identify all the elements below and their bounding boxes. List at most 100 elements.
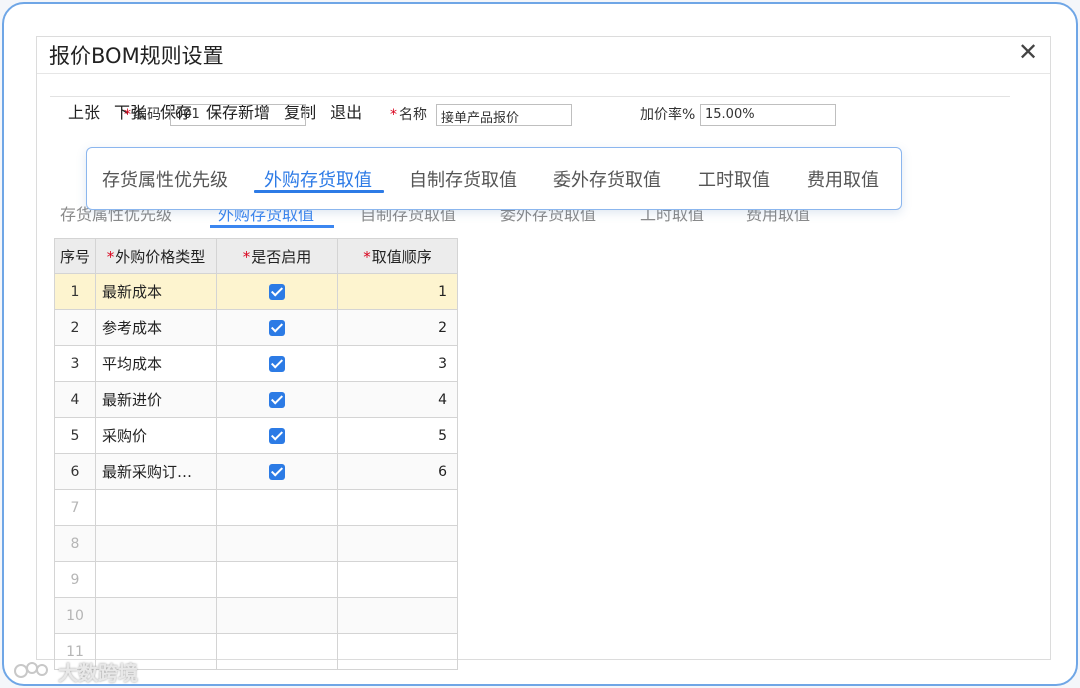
header-enabled[interactable]: *是否启用 bbox=[216, 238, 338, 274]
order-cell[interactable]: 1 bbox=[337, 273, 458, 310]
dialog-title-bar: 报价BOM规则设置 ✕ bbox=[37, 37, 1050, 74]
enabled-cell bbox=[216, 345, 338, 382]
order-cell[interactable] bbox=[337, 597, 458, 634]
order-cell[interactable] bbox=[337, 633, 458, 670]
enabled-cell[interactable] bbox=[216, 597, 338, 634]
row-index: 4 bbox=[54, 381, 96, 418]
markup-field-group: 加价率% 15.00% bbox=[640, 104, 840, 126]
prev-record-button[interactable]: 上张 bbox=[68, 99, 100, 123]
row-index: 7 bbox=[54, 489, 96, 526]
price-type-cell[interactable]: 平均成本 bbox=[95, 345, 217, 382]
watermark-logo-icon bbox=[12, 660, 52, 682]
row-index: 10 bbox=[54, 597, 96, 634]
order-cell[interactable]: 6 bbox=[337, 453, 458, 490]
header-price-type-label: 外购价格类型 bbox=[115, 247, 206, 266]
order-cell[interactable]: 5 bbox=[337, 417, 458, 454]
enabled-checkbox[interactable] bbox=[269, 464, 285, 480]
row-index: 5 bbox=[54, 417, 96, 454]
table-row[interactable]: 2 参考成本 2 bbox=[54, 309, 458, 346]
grid-header-row: 序号 *外购价格类型 *是否启用 *取值顺序 bbox=[54, 238, 458, 274]
row-index: 9 bbox=[54, 561, 96, 598]
enabled-cell bbox=[216, 453, 338, 490]
exit-button[interactable]: 退出 bbox=[330, 99, 362, 123]
price-type-cell[interactable]: 最新进价 bbox=[95, 381, 217, 418]
table-row[interactable]: 4 最新进价 4 bbox=[54, 381, 458, 418]
markup-label: 加价率% bbox=[640, 107, 696, 123]
table-row[interactable]: 9 bbox=[54, 561, 458, 598]
watermark: 大数跨境 bbox=[12, 656, 138, 685]
enabled-checkbox[interactable] bbox=[269, 284, 285, 300]
name-label: 名称 bbox=[399, 107, 427, 123]
order-cell[interactable] bbox=[337, 489, 458, 526]
enabled-cell[interactable] bbox=[216, 489, 338, 526]
callout-tab-selfmade-value[interactable]: 自制存货取值 bbox=[409, 166, 517, 192]
required-mark: * bbox=[106, 247, 115, 266]
callout-tab-purchased-value[interactable]: 外购存货取值 bbox=[264, 166, 372, 192]
enabled-checkbox[interactable] bbox=[269, 428, 285, 444]
price-type-cell[interactable] bbox=[95, 525, 217, 562]
order-cell[interactable]: 2 bbox=[337, 309, 458, 346]
header-order[interactable]: *取值顺序 bbox=[337, 238, 458, 274]
row-index: 2 bbox=[54, 309, 96, 346]
close-icon[interactable]: ✕ bbox=[1014, 37, 1042, 67]
screenshot-frame: 报价BOM规则设置 ✕ 上张 下张 保存 保存新增 复制 退出 * 编码 001 … bbox=[2, 2, 1078, 686]
price-type-cell[interactable]: 最新采购订… bbox=[95, 453, 217, 490]
callout-tab-labor-value[interactable]: 工时取值 bbox=[698, 166, 770, 192]
row-index: 1 bbox=[54, 273, 96, 310]
header-enabled-label: 是否启用 bbox=[251, 247, 312, 266]
table-row[interactable]: 10 bbox=[54, 597, 458, 634]
row-index: 8 bbox=[54, 525, 96, 562]
order-cell[interactable] bbox=[337, 561, 458, 598]
header-order-label: 取值顺序 bbox=[371, 247, 432, 266]
table-row[interactable]: 6 最新采购订… 6 bbox=[54, 453, 458, 490]
enabled-checkbox[interactable] bbox=[269, 320, 285, 336]
table-row[interactable]: 5 采购价 5 bbox=[54, 417, 458, 454]
row-index: 3 bbox=[54, 345, 96, 382]
order-cell[interactable]: 4 bbox=[337, 381, 458, 418]
price-type-cell[interactable] bbox=[95, 489, 217, 526]
enabled-cell[interactable] bbox=[216, 561, 338, 598]
markup-input[interactable]: 15.00% bbox=[700, 104, 836, 126]
code-field-group: * 编码 001 bbox=[124, 104, 314, 126]
header-index[interactable]: 序号 bbox=[54, 238, 96, 274]
required-mark: * bbox=[124, 107, 131, 123]
required-mark: * bbox=[242, 247, 251, 266]
callout-tab-inventory-priority[interactable]: 存货属性优先级 bbox=[102, 166, 228, 192]
enabled-checkbox[interactable] bbox=[269, 392, 285, 408]
table-row[interactable]: 1 最新成本 1 bbox=[54, 273, 458, 310]
price-type-cell[interactable]: 采购价 bbox=[95, 417, 217, 454]
price-type-cell[interactable]: 参考成本 bbox=[95, 309, 217, 346]
order-cell[interactable] bbox=[337, 525, 458, 562]
table-row[interactable]: 8 bbox=[54, 525, 458, 562]
dialog-title: 报价BOM规则设置 bbox=[49, 44, 224, 68]
price-type-cell[interactable] bbox=[95, 561, 217, 598]
required-mark: * bbox=[363, 247, 371, 266]
order-cell[interactable]: 3 bbox=[337, 345, 458, 382]
required-mark: * bbox=[390, 107, 397, 123]
table-row[interactable]: 7 bbox=[54, 489, 458, 526]
callout-tab-outsourced-value[interactable]: 委外存货取值 bbox=[553, 166, 661, 192]
price-type-cell[interactable] bbox=[95, 597, 217, 634]
code-label: 编码 bbox=[133, 107, 161, 123]
callout-active-indicator bbox=[254, 190, 384, 193]
callout-tab-expense-value[interactable]: 费用取值 bbox=[807, 166, 879, 192]
price-type-cell[interactable]: 最新成本 bbox=[95, 273, 217, 310]
enabled-cell bbox=[216, 417, 338, 454]
enabled-cell bbox=[216, 273, 338, 310]
tab-callout: 存货属性优先级 外购存货取值 自制存货取值 委外存货取值 工时取值 费用取值 bbox=[86, 147, 902, 210]
toolbar-divider bbox=[50, 96, 1010, 97]
table-row[interactable]: 3 平均成本 3 bbox=[54, 345, 458, 382]
name-field-group: * 名称 接单产品报价 bbox=[390, 104, 580, 126]
watermark-text: 大数跨境 bbox=[58, 660, 138, 685]
price-type-grid: 序号 *外购价格类型 *是否启用 *取值顺序 1 最新成本 1 2 参考成本 2… bbox=[54, 238, 458, 670]
enabled-cell[interactable] bbox=[216, 525, 338, 562]
active-tab-indicator bbox=[210, 225, 334, 228]
enabled-cell bbox=[216, 381, 338, 418]
header-price-type[interactable]: *外购价格类型 bbox=[95, 238, 217, 274]
enabled-cell bbox=[216, 309, 338, 346]
enabled-checkbox[interactable] bbox=[269, 356, 285, 372]
enabled-cell[interactable] bbox=[216, 633, 338, 670]
code-input[interactable]: 001 bbox=[170, 104, 306, 126]
name-input[interactable]: 接单产品报价 bbox=[436, 104, 572, 126]
row-index: 6 bbox=[54, 453, 96, 490]
